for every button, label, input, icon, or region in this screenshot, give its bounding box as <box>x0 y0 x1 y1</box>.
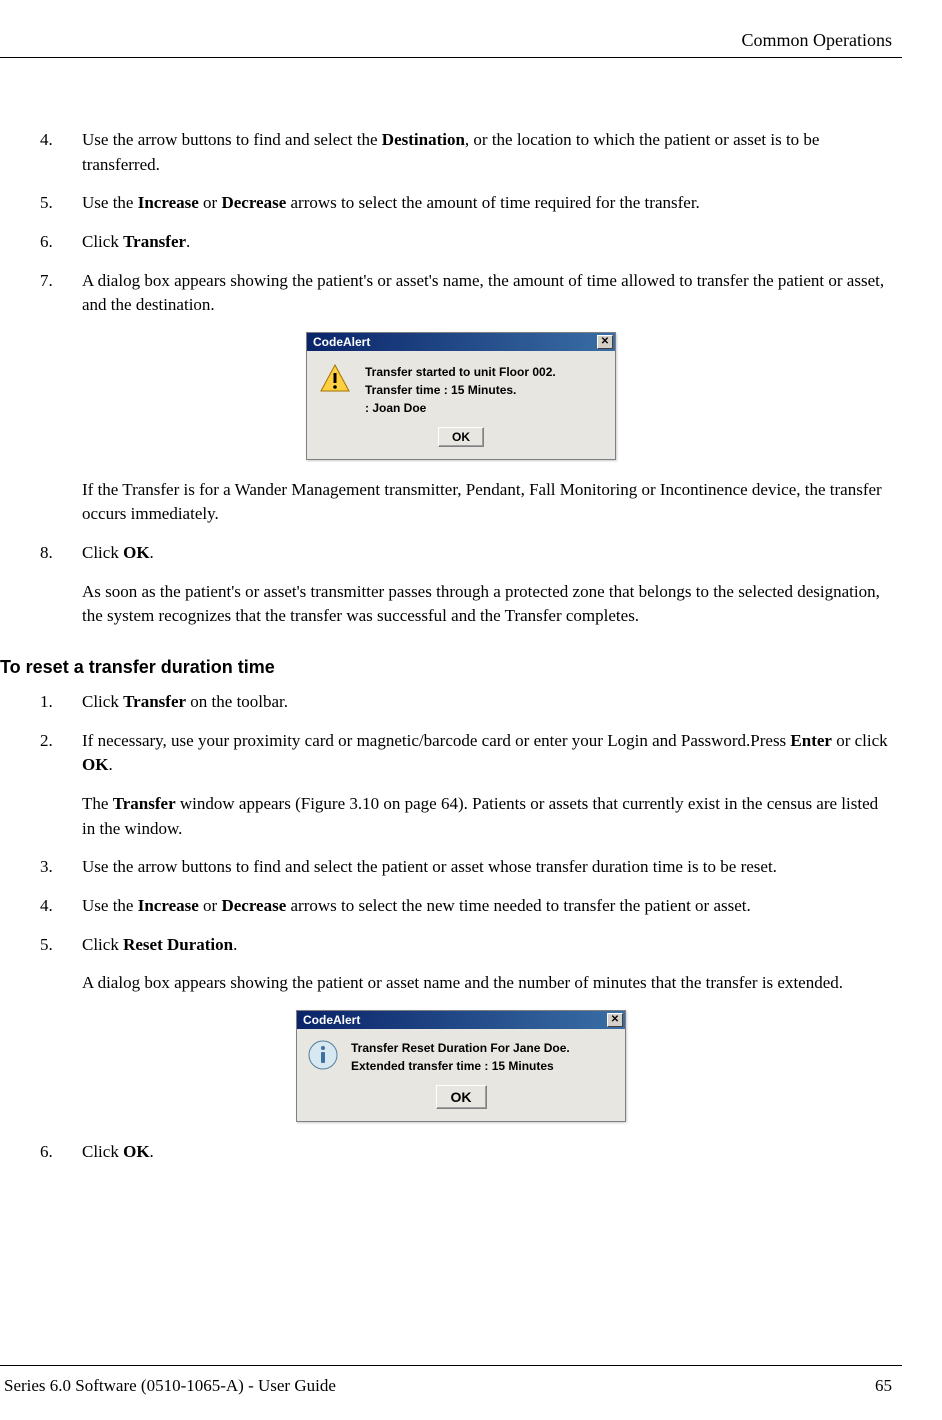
close-icon[interactable]: ✕ <box>597 335 613 349</box>
dialog-button-row: OK <box>307 427 615 459</box>
dialog-2-wrap: CodeAlert ✕ Transfer Reset Duration For … <box>30 1010 892 1122</box>
dialog-titlebar: CodeAlert ✕ <box>307 333 615 351</box>
list-text: Click Transfer. <box>82 230 892 255</box>
dialog-line-1: Transfer Reset Duration For Jane Doe. <box>351 1039 615 1057</box>
list-text: Click OK. <box>82 541 892 566</box>
list-body: Use the arrow buttons to find and select… <box>82 128 892 177</box>
ok-button[interactable]: OK <box>436 1085 487 1109</box>
list-number: 7. <box>40 269 82 318</box>
dialog-line-2: Transfer time : 15 Minutes. <box>365 381 603 399</box>
list-item: 8.Click OK. As soon as the patient's or a… <box>40 541 892 629</box>
dialog-title: CodeAlert <box>303 1013 360 1027</box>
section-heading-reset-duration: To reset a transfer duration time <box>0 657 892 678</box>
list-item: If the Transfer is for a Wander Manageme… <box>40 478 892 527</box>
ordered-list-1b: 8.Click OK. As soon as the patient's or a… <box>30 541 892 629</box>
list-text: Use the Increase or Decrease arrows to s… <box>82 894 892 919</box>
list-number: 4. <box>40 894 82 919</box>
list-body: Click Reset Duration. A dialog box appear… <box>82 933 892 996</box>
list-number: 6. <box>40 1140 82 1165</box>
section-title: Common Operations <box>742 30 893 50</box>
ordered-list-2b: 6.Click OK. <box>30 1140 892 1165</box>
ok-button[interactable]: OK <box>438 427 484 447</box>
dialog-line-3: : Joan Doe <box>365 399 603 417</box>
dialog-line-2: Extended transfer time : 15 Minutes <box>351 1057 615 1075</box>
list-item: 6.Click Transfer. <box>40 230 892 255</box>
dialog-body: Transfer started to unit Floor 002. Tran… <box>307 351 615 427</box>
list-item: 3.Use the arrow buttons to find and sele… <box>40 855 892 880</box>
codealert-dialog-2: CodeAlert ✕ Transfer Reset Duration For … <box>296 1010 626 1122</box>
list-body: A dialog box appears showing the patient… <box>82 269 892 318</box>
list-body: Click Transfer on the toolbar. <box>82 690 892 715</box>
dialog-title: CodeAlert <box>313 335 370 349</box>
header-rule <box>0 57 902 58</box>
dialog-text: Transfer started to unit Floor 002. Tran… <box>365 363 603 417</box>
list-text: Use the arrow buttons to find and select… <box>82 855 892 880</box>
ordered-list-1: 4.Use the arrow buttons to find and sele… <box>30 128 892 318</box>
dialog-titlebar: CodeAlert ✕ <box>297 1011 625 1029</box>
footer-right: 65 <box>875 1376 892 1396</box>
list-body: Click Transfer. <box>82 230 892 255</box>
list-text: If the Transfer is for a Wander Manageme… <box>82 478 892 527</box>
list-number: 5. <box>40 933 82 996</box>
list-text-after: As soon as the patient's or asset's tran… <box>82 580 892 629</box>
list-item: 2.If necessary, use your proximity card … <box>40 729 892 842</box>
list-number: 6. <box>40 230 82 255</box>
list-body: Use the arrow buttons to find and select… <box>82 855 892 880</box>
list-item: 4.Use the Increase or Decrease arrows to… <box>40 894 892 919</box>
list-number: 4. <box>40 128 82 177</box>
list-text: Click OK. <box>82 1140 892 1165</box>
dialog-button-row: OK <box>297 1085 625 1121</box>
list-item: 6.Click OK. <box>40 1140 892 1165</box>
list-number: 1. <box>40 690 82 715</box>
page-footer: Series 6.0 Software (0510-1065-A) - User… <box>0 1365 902 1396</box>
codealert-dialog-1: CodeAlert ✕ Transfer started to unit Flo… <box>306 332 616 460</box>
footer-row: Series 6.0 Software (0510-1065-A) - User… <box>0 1376 902 1396</box>
list-body: If the Transfer is for a Wander Manageme… <box>82 478 892 527</box>
list-text: Use the Increase or Decrease arrows to s… <box>82 191 892 216</box>
info-icon <box>307 1039 339 1071</box>
list-number: 3. <box>40 855 82 880</box>
dialog-1-wrap: CodeAlert ✕ Transfer started to unit Flo… <box>30 332 892 460</box>
page-content: 4.Use the arrow buttons to find and sele… <box>0 128 902 1164</box>
dialog-text: Transfer Reset Duration For Jane Doe. Ex… <box>351 1039 615 1075</box>
list-item: 7.A dialog box appears showing the patie… <box>40 269 892 318</box>
footer-left: Series 6.0 Software (0510-1065-A) - User… <box>4 1376 336 1396</box>
close-icon[interactable]: ✕ <box>607 1013 623 1027</box>
list-text-after: The Transfer window appears (Figure 3.10… <box>82 792 892 841</box>
list-body: Use the Increase or Decrease arrows to s… <box>82 191 892 216</box>
list-number: 2. <box>40 729 82 842</box>
list-item: 5.Use the Increase or Decrease arrows to… <box>40 191 892 216</box>
list-text: A dialog box appears showing the patient… <box>82 269 892 318</box>
ordered-list-2: 1.Click Transfer on the toolbar.2.If nec… <box>30 690 892 996</box>
list-body: If necessary, use your proximity card or… <box>82 729 892 842</box>
list-number <box>40 478 82 527</box>
list-text: Click Transfer on the toolbar. <box>82 690 892 715</box>
after-dialog-1-text: If the Transfer is for a Wander Manageme… <box>30 478 892 527</box>
list-item: 5.Click Reset Duration. A dialog box appe… <box>40 933 892 996</box>
list-item: 4.Use the arrow buttons to find and sele… <box>40 128 892 177</box>
warning-icon <box>319 363 351 395</box>
list-text-after: A dialog box appears showing the patient… <box>82 971 892 996</box>
list-item: 1.Click Transfer on the toolbar. <box>40 690 892 715</box>
list-text: Click Reset Duration. <box>82 933 892 958</box>
dialog-body: Transfer Reset Duration For Jane Doe. Ex… <box>297 1029 625 1085</box>
list-text: Use the arrow buttons to find and select… <box>82 128 892 177</box>
footer-rule <box>0 1365 902 1366</box>
page-header: Common Operations <box>0 30 902 51</box>
list-body: Use the Increase or Decrease arrows to s… <box>82 894 892 919</box>
list-number: 8. <box>40 541 82 629</box>
list-body: Click OK. <box>82 1140 892 1165</box>
list-text: If necessary, use your proximity card or… <box>82 729 892 778</box>
dialog-line-1: Transfer started to unit Floor 002. <box>365 363 603 381</box>
list-number: 5. <box>40 191 82 216</box>
list-body: Click OK. As soon as the patient's or ass… <box>82 541 892 629</box>
